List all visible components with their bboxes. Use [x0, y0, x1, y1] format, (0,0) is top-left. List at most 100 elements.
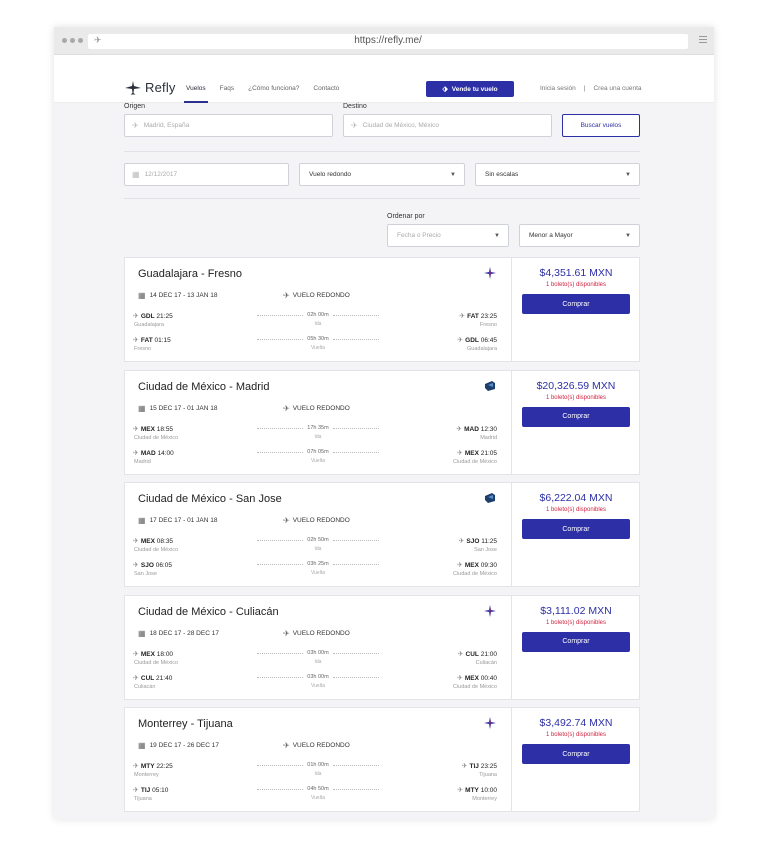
nav-link-como-funciona[interactable]: ¿Cómo funciona?: [248, 85, 299, 103]
duration-text: 17h 35m: [257, 425, 379, 431]
chevron-down-icon: ▼: [450, 171, 456, 178]
leg-direction: Ida: [314, 771, 322, 777]
leg-direction: Vuelta: [311, 682, 325, 689]
dep-city: Ciudad de México: [134, 659, 179, 666]
trip-dates: ▦ 18 DEC 17 - 28 DEC 17: [138, 629, 219, 638]
landing-icon: ✈: [456, 449, 463, 457]
dep-time: 21:25: [156, 313, 173, 320]
origin-input[interactable]: ✈ Madrid, España: [124, 114, 333, 137]
sell-flight-button[interactable]: ⬗ Vende tu vuelo: [426, 81, 514, 97]
date-input[interactable]: ▦ 12/12/2017: [124, 163, 289, 186]
destination-input[interactable]: ✈ Ciudad de México, México: [343, 114, 552, 137]
leg-duration: 05h 30m Vuelta: [257, 336, 379, 351]
arr-time: 23:25: [480, 313, 497, 320]
takeoff-icon: ✈: [133, 787, 139, 794]
route-title: Ciudad de México - San Jose: [138, 493, 282, 505]
price-box: $6,222.04 MXN 1 boleto(s) disponibles Co…: [511, 483, 640, 586]
round-trip-icon: ✈: [283, 516, 290, 525]
price: $6,222.04 MXN: [539, 492, 613, 504]
trip-type-select[interactable]: Vuelo redondo ▼: [299, 163, 465, 186]
arr-time: 11:25: [481, 538, 497, 545]
buy-button[interactable]: Comprar: [522, 519, 630, 539]
return-leg: ✈ MAD 14:00 Madrid 07h 05m Vuelta ✈ MEX 21:05 C…: [133, 449, 497, 469]
nav-link-vuelos[interactable]: Vuelos: [184, 85, 208, 103]
outbound-leg: ✈ MEX 18:00 Ciudad de México 03h 00m Ida ✈ CUL…: [133, 650, 497, 670]
sell-flight-label: Vende tu vuelo: [451, 85, 498, 93]
price-box: $3,492.74 MXN 1 boleto(s) disponibles Co…: [511, 708, 640, 811]
trip-dates-text: 17 DEC 17 - 01 JAN 18: [149, 517, 218, 524]
takeoff-icon: ✈: [133, 337, 139, 344]
dep-city: Guadalajara: [134, 322, 164, 328]
trip-type-text: VUELO REDONDO: [292, 517, 350, 524]
leg-arrival: ✈ CUL 21:00: [458, 650, 497, 658]
stops-select[interactable]: Sin escalas ▼: [475, 163, 640, 186]
leg-arrival: ✈ MEX 00:40: [457, 674, 497, 682]
logo[interactable]: Refly: [124, 80, 176, 95]
availability: 1 boleto(s) disponibles: [545, 507, 607, 513]
browser-chrome: ✈ https://refly.me/: [54, 27, 714, 55]
chevron-down-icon: ▼: [625, 171, 631, 178]
buy-button[interactable]: Comprar: [522, 294, 630, 314]
trip-type-text: VUELO REDONDO: [292, 742, 350, 749]
dep-city: Ciudad de México: [134, 434, 179, 441]
leg-arrival: ✈ MAD 12:30: [456, 425, 497, 433]
dep-time: 14:00: [157, 449, 174, 457]
leg-direction: Vuelta: [311, 457, 325, 464]
dep-code: CUL: [140, 674, 155, 682]
dep-code: FAT: [140, 337, 153, 344]
dep-code: MTY: [140, 763, 155, 770]
leg-direction: Ida: [314, 546, 322, 552]
signup-link[interactable]: Crea una cuenta: [593, 85, 641, 92]
arr-city: Fresno: [479, 322, 497, 328]
arr-time: 09:30: [480, 562, 497, 569]
leg-arrival: ✈ MEX 09:30: [457, 561, 497, 569]
aeromexico-icon: [485, 493, 495, 503]
flight-card: Ciudad de México - Culiacán ▦ 18 DEC 17 …: [124, 594, 640, 700]
dep-time: 08:35: [156, 538, 174, 545]
landing-icon: ✈: [461, 763, 468, 770]
origin-placeholder: Madrid, España: [143, 122, 190, 129]
trip-dates: ▦ 15 DEC 17 - 01 JAN 18: [138, 404, 218, 413]
arr-code: MTY: [465, 787, 479, 794]
nav-link-contacto[interactable]: Contacto: [313, 85, 339, 103]
buy-button[interactable]: Comprar: [522, 631, 630, 652]
arr-time: 21:00: [480, 650, 497, 658]
calendar-icon: ▦: [138, 516, 146, 525]
search-flights-button[interactable]: Buscar vuelos: [562, 114, 640, 137]
trip-type: ✈ VUELO REDONDO: [283, 741, 350, 750]
browser-menu-icon[interactable]: [699, 36, 707, 45]
leg-departure: ✈ TIJ 05:10: [133, 786, 168, 794]
arr-city: Madrid: [480, 434, 497, 441]
leg-arrival: ✈ MEX 21:05: [457, 449, 497, 457]
departure-plane-icon: ✈: [132, 121, 139, 130]
price-box: $20,326.59 MXN 1 boleto(s) disponibles C…: [511, 370, 640, 474]
buy-button[interactable]: Comprar: [522, 406, 630, 427]
leg-direction: Ida: [314, 433, 322, 440]
buy-button[interactable]: Comprar: [522, 744, 630, 764]
takeoff-icon: ✈: [133, 763, 139, 770]
address-bar[interactable]: ✈ https://refly.me/: [88, 34, 688, 49]
login-link[interactable]: Inicia sesión: [540, 85, 576, 92]
sort-by-select[interactable]: Fecha o Precio ▼: [387, 224, 509, 247]
arr-code: MEX: [464, 674, 479, 682]
arr-city: Guadalajara: [467, 346, 497, 352]
arr-time: 21:05: [480, 449, 497, 457]
nav-link-faqs[interactable]: Faqs: [220, 85, 234, 103]
arr-code: MEX: [464, 562, 479, 569]
dep-city: Fresno: [134, 346, 152, 352]
arr-code: SJO: [466, 538, 480, 545]
duration-text: 07h 05m: [257, 449, 379, 455]
flight-card: Ciudad de México - San Jose ▦ 17 DEC 17 …: [124, 482, 640, 587]
round-trip-icon: ✈: [283, 291, 290, 300]
landing-icon: ✈: [457, 337, 464, 344]
sort-order-select[interactable]: Menor a Mayor ▼: [519, 224, 640, 247]
arr-time: 10:00: [480, 787, 497, 794]
volaris-icon: [484, 717, 496, 729]
duration-text: 02h 00m: [257, 312, 379, 318]
dep-time: 18:55: [156, 425, 174, 433]
destination-label: Destino: [343, 103, 367, 110]
flight-card: Guadalajara - Fresno ▦ 14 DEC 17 - 13 JA…: [124, 257, 640, 362]
flight-card: Monterrey - Tijuana ▦ 19 DEC 17 - 26 DEC…: [124, 707, 640, 812]
trip-type: ✈ VUELO REDONDO: [283, 404, 350, 413]
arrival-plane-icon: ✈: [351, 121, 358, 130]
